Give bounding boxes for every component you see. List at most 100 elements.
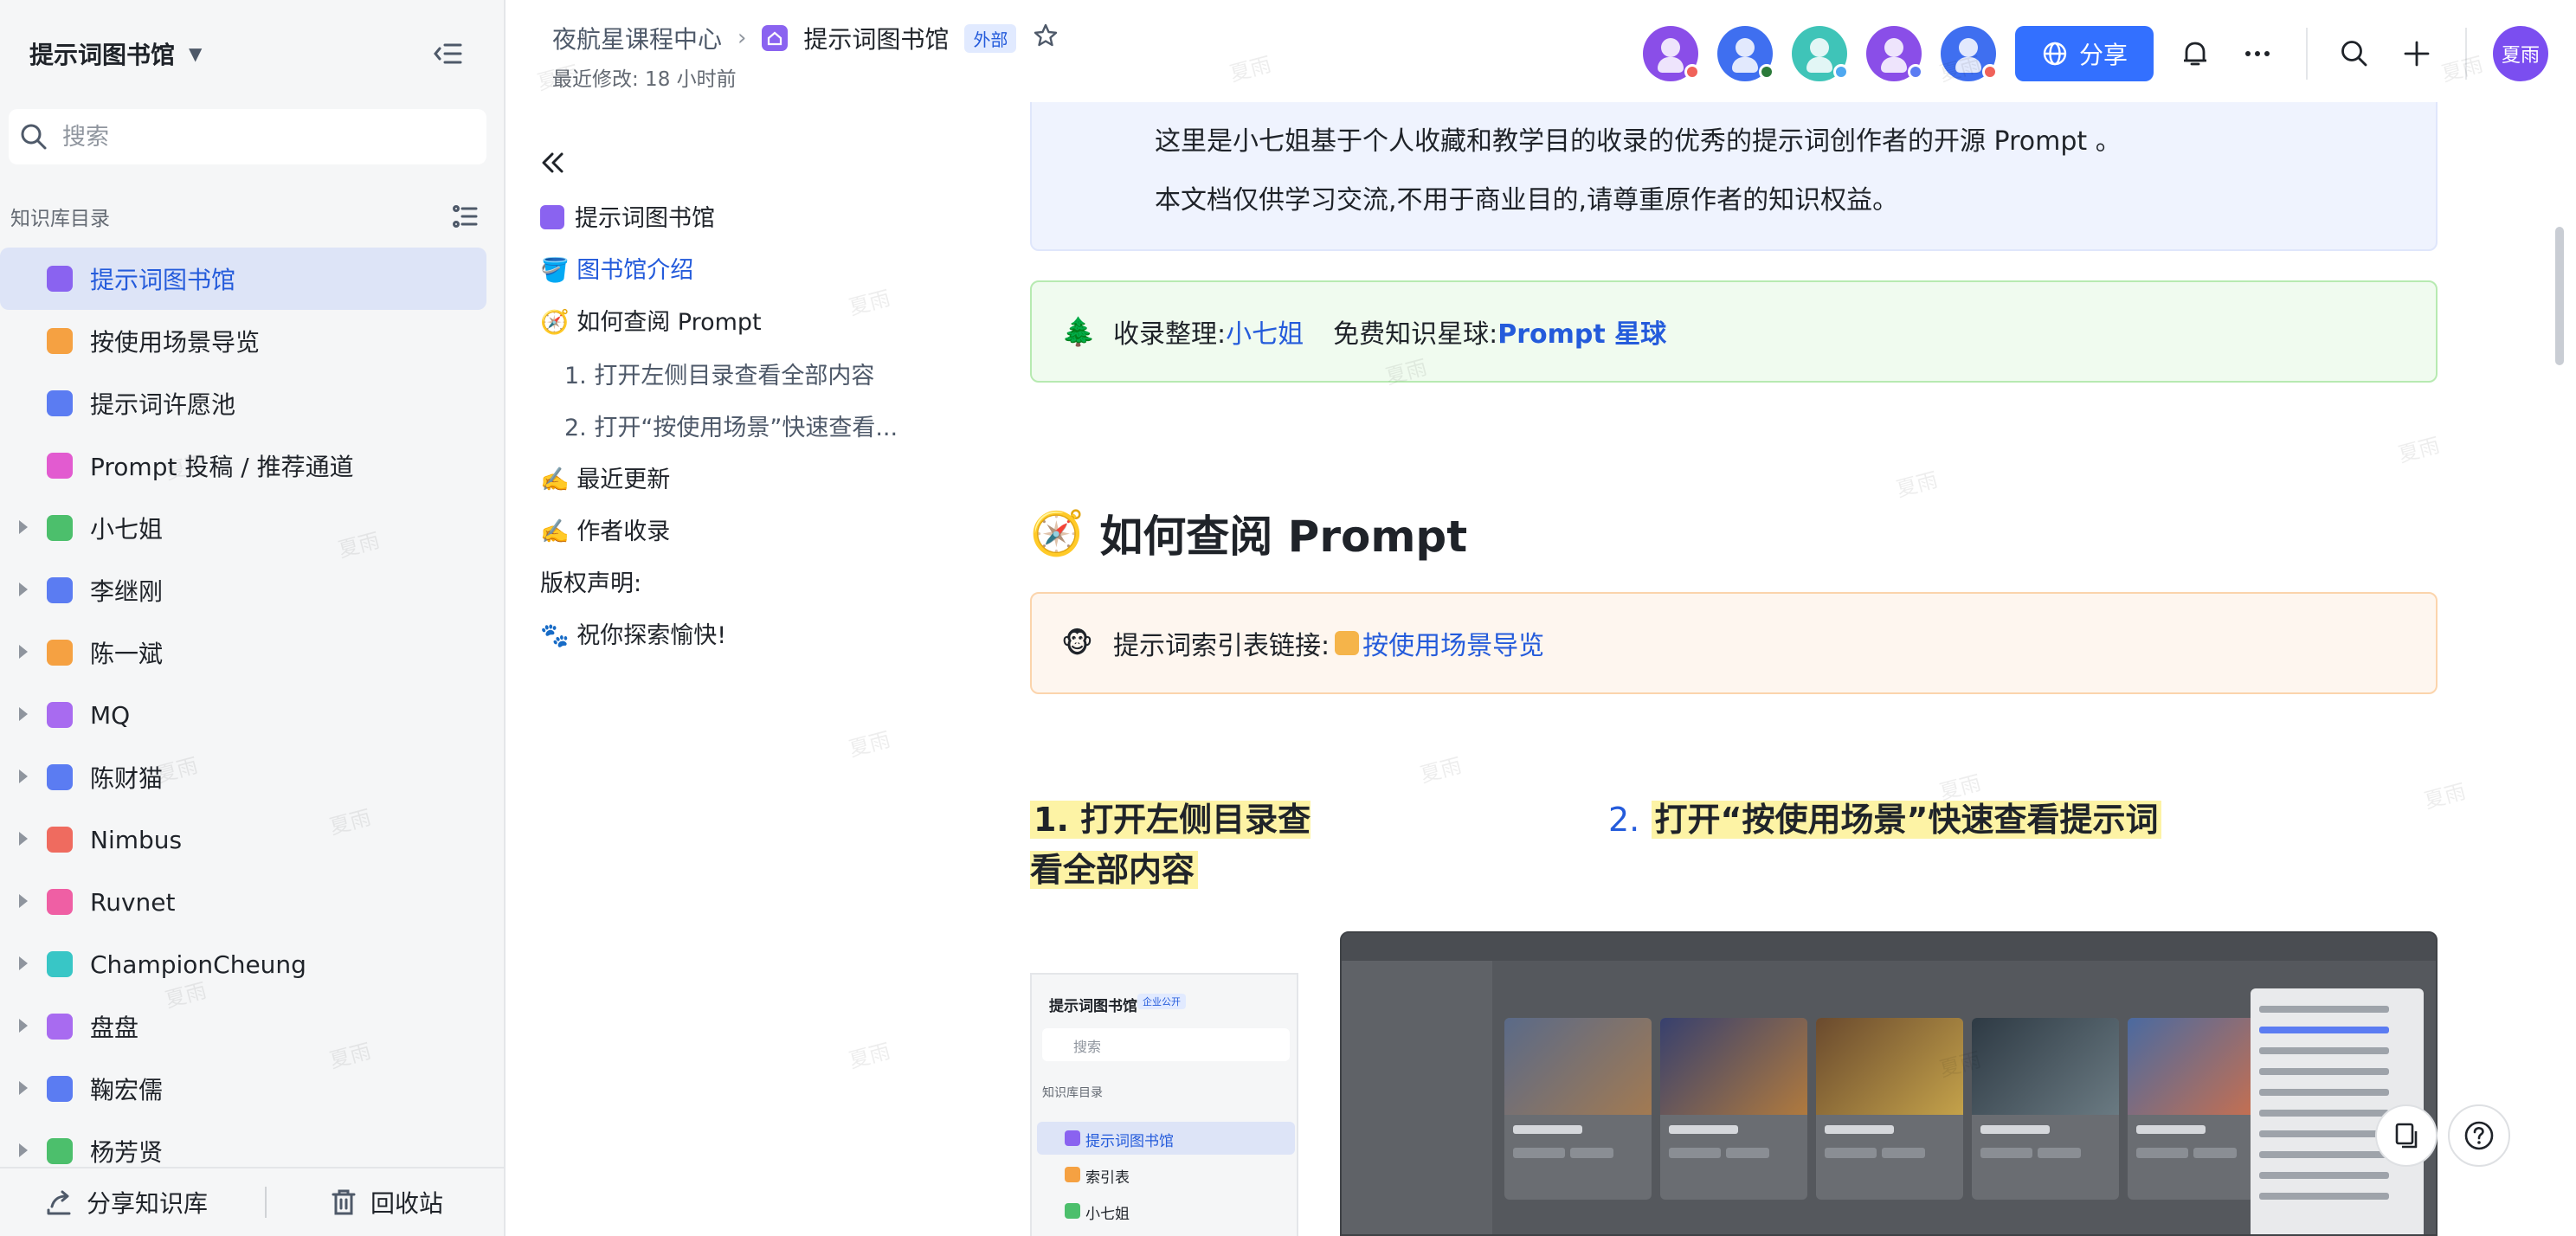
expand-arrow-icon[interactable] xyxy=(19,956,28,970)
outline-item[interactable]: ✍️ 最近更新 xyxy=(540,460,670,494)
sidebar-tree-item[interactable]: 按使用场景导览 xyxy=(0,310,486,372)
expand-arrow-icon[interactable] xyxy=(19,894,28,908)
document-body: 这里是小七姐基于个人收藏和教学目的收录的优秀的提示词创作者的开源 Prompt … xyxy=(992,102,2576,1236)
search-icon[interactable] xyxy=(2337,36,2372,71)
sidebar-tree-item[interactable]: 提示词许愿池 xyxy=(0,372,486,435)
intro-callout: 这里是小七姐基于个人收藏和教学目的收录的优秀的提示词创作者的开源 Prompt … xyxy=(1030,102,2438,251)
tree-icon: 🌲 xyxy=(1061,315,1096,348)
expand-arrow-icon[interactable] xyxy=(19,520,28,534)
star-icon[interactable] xyxy=(1032,22,1059,55)
sidebar-tree-label: 鞠宏儒 xyxy=(90,1076,164,1104)
section-label: 知识库目录 xyxy=(10,208,110,230)
doc-icon xyxy=(47,827,73,853)
home-icon xyxy=(540,205,564,229)
status-dot xyxy=(1982,64,1998,80)
more-icon[interactable] xyxy=(2240,36,2275,71)
sidebar-tree-item[interactable]: 陈一斌 xyxy=(0,621,486,684)
column-title-text: 1. 打开左侧目录查看全部内容 xyxy=(1030,801,1311,889)
sidebar-tree-item[interactable]: 陈财猫 xyxy=(0,746,486,808)
search-icon xyxy=(21,124,47,150)
outline-item-label: 提示词图书馆 xyxy=(575,205,715,232)
collector-callout: 🌲 收录整理: 小七姐 免费知识星球: Prompt 星球 xyxy=(1030,280,2438,383)
shot-section: 知识库目录 xyxy=(1042,1086,1103,1100)
index-link[interactable]: 按使用场景导览 xyxy=(1362,624,1544,662)
collector-label: 收录整理: xyxy=(1113,319,1227,350)
sidebar-tree-item[interactable]: 鞠宏儒 xyxy=(0,1058,486,1120)
sidebar-tree-label: 杨芳贤 xyxy=(90,1138,164,1167)
collapse-outline-icon[interactable] xyxy=(535,145,570,180)
outline-item[interactable]: 🐾 祝你探索愉快! xyxy=(540,616,726,650)
sidebar-tree-item[interactable]: Prompt 投稿 / 推荐通道 xyxy=(0,435,486,497)
plus-icon[interactable] xyxy=(2399,36,2434,71)
sidebar-search[interactable] xyxy=(9,109,486,164)
sidebar-tree-item[interactable]: Nimbus xyxy=(0,808,486,871)
breadcrumb-current[interactable]: 提示词图书馆 xyxy=(803,21,949,55)
shot-item: 提示词图书馆 xyxy=(1037,1122,1295,1155)
user-avatar[interactable]: 夏雨 xyxy=(2493,26,2548,81)
bell-icon[interactable] xyxy=(2178,36,2212,71)
sidebar-tree-item[interactable]: Ruvnet xyxy=(0,871,486,933)
expand-arrow-icon[interactable] xyxy=(19,645,28,659)
collaborator-avatar[interactable] xyxy=(1866,26,1923,81)
sidebar-tree-label: 陈财猫 xyxy=(90,764,164,793)
share-button[interactable]: 分享 xyxy=(2015,26,2154,81)
tree-section-header: 知识库目录 xyxy=(10,201,480,232)
shot-item: 索引表 xyxy=(1037,1158,1295,1191)
last-modified: 最近修改: 18 小时前 xyxy=(552,68,737,91)
expand-arrow-icon[interactable] xyxy=(19,583,28,596)
outline-item[interactable]: 2. 打开“按使用场景”快速查看... xyxy=(564,409,898,442)
sidebar-tree-label: 李继刚 xyxy=(90,577,164,606)
sidebar-tree-item[interactable]: 小七姐 xyxy=(0,497,486,559)
collaborator-avatar[interactable] xyxy=(1941,26,1998,81)
chevron-right-icon: › xyxy=(737,25,747,51)
section-heading: 🧭 如何查阅 Prompt xyxy=(1030,502,1467,564)
copy-doc-button[interactable] xyxy=(2375,1104,2438,1167)
outline-item-label: 🐾 祝你探索愉快! xyxy=(540,622,727,649)
expand-arrow-icon[interactable] xyxy=(19,707,28,721)
outline-item-label: 🪣 图书馆介绍 xyxy=(540,257,694,284)
list-settings-icon[interactable] xyxy=(450,202,480,231)
sidebar-tree-item[interactable]: MQ xyxy=(0,684,486,746)
sidebar-tree-item[interactable]: 提示词图书馆 xyxy=(0,248,486,310)
shot-search: 搜索 xyxy=(1042,1028,1290,1061)
collapse-sidebar-icon[interactable] xyxy=(431,36,466,71)
scrollbar[interactable] xyxy=(2555,227,2564,365)
home-icon xyxy=(762,25,789,51)
expand-arrow-icon[interactable] xyxy=(19,1143,28,1157)
doc-icon xyxy=(47,702,73,728)
sidebar-tree-label: 提示词许愿池 xyxy=(90,390,236,419)
status-dot xyxy=(1684,64,1700,80)
expand-arrow-icon[interactable] xyxy=(19,1081,28,1095)
share-space-button[interactable]: 分享知识库 xyxy=(45,1185,208,1220)
sidebar-tree-item[interactable]: ChampionCheung xyxy=(0,933,486,995)
outline-item[interactable]: 版权声明: xyxy=(540,564,641,598)
doc-icon xyxy=(47,453,73,479)
breadcrumb-root[interactable]: 夜航星课程中心 xyxy=(552,21,722,55)
space-title-dropdown[interactable]: 提示词图书馆 ▼ xyxy=(29,33,202,74)
expand-arrow-icon[interactable] xyxy=(19,769,28,783)
expand-arrow-icon[interactable] xyxy=(19,832,28,846)
outline-item[interactable]: 🪣 图书馆介绍 xyxy=(540,251,693,285)
sidebar-tree-label: 盘盘 xyxy=(90,1014,139,1042)
outline-item[interactable]: 🧭 如何查阅 Prompt xyxy=(540,303,762,337)
index-label: 提示词索引表链接: xyxy=(1113,631,1330,661)
help-button[interactable] xyxy=(2448,1104,2510,1167)
expand-arrow-icon[interactable] xyxy=(19,1019,28,1033)
search-input[interactable] xyxy=(62,123,478,151)
outline-item[interactable]: 提示词图书馆 xyxy=(540,199,715,233)
footer-divider xyxy=(265,1187,267,1218)
planet-label: 免费知识星球: xyxy=(1333,319,1498,350)
collaborator-avatar[interactable] xyxy=(1792,26,1849,81)
trash-label: 回收站 xyxy=(370,1189,444,1218)
collaborator-avatar[interactable] xyxy=(1717,26,1774,81)
monkey-icon: 🐵 xyxy=(1061,627,1093,660)
sidebar-tree-item[interactable]: 李继刚 xyxy=(0,559,486,621)
planet-link[interactable]: Prompt 星球 xyxy=(1497,312,1666,351)
sidebar-tree-item[interactable]: 盘盘 xyxy=(0,995,486,1058)
collaborator-avatar[interactable] xyxy=(1643,26,1700,81)
outline-item[interactable]: 1. 打开左侧目录查看全部内容 xyxy=(564,357,874,390)
outline-item[interactable]: ✍️ 作者收录 xyxy=(540,512,670,546)
collector-link[interactable]: 小七姐 xyxy=(1226,312,1304,351)
help-icon xyxy=(2464,1121,2494,1150)
trash-button[interactable]: 回收站 xyxy=(329,1185,443,1220)
